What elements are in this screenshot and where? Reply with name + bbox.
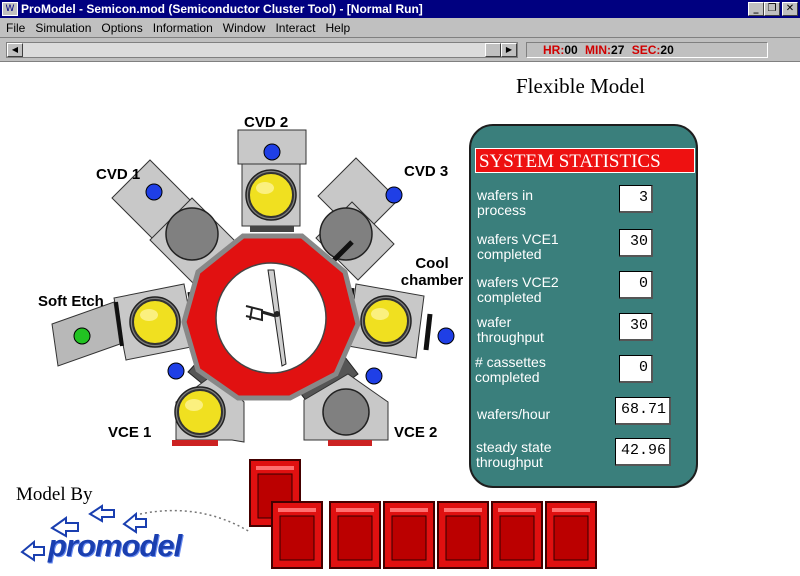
speed-right-arrow-icon[interactable]: ▶: [501, 43, 517, 57]
menu-information[interactable]: Information: [153, 21, 213, 35]
stats-title: SYSTEM STATISTICS: [475, 148, 695, 173]
menu-options[interactable]: Options: [101, 21, 142, 35]
speed-slider[interactable]: ◀ ▶: [6, 42, 518, 58]
restore-button[interactable]: ❐: [764, 2, 780, 16]
stat-label-cassettes-completed: # cassettes completed: [475, 354, 546, 385]
system-statistics-panel: SYSTEM STATISTICS wafers in process 3 wa…: [469, 124, 698, 488]
stat-label-wafer-throughput: wafer throughput: [477, 314, 544, 345]
stat-value-wafers-vce1: 30: [619, 229, 653, 257]
clock-min-value: 27: [611, 43, 625, 57]
cvd2-indicator-icon: [263, 143, 281, 161]
speed-thumb[interactable]: [485, 43, 501, 57]
stat-value-wafers-in-process: 3: [619, 185, 653, 213]
title-bar: W ProModel - Semicon.mod (Semiconductor …: [0, 0, 800, 18]
soft-etch-label: Soft Etch: [38, 293, 104, 310]
stat-label-wafers-in-process: wafers in process: [477, 187, 534, 218]
menu-interact[interactable]: Interact: [275, 21, 315, 35]
vce1-indicator-icon: [167, 362, 185, 380]
stat-label-wafers-per-hour: wafers/hour: [477, 406, 551, 422]
menu-file[interactable]: File: [6, 21, 25, 35]
simulation-clock: HR:00 MIN:27 SEC:20: [526, 42, 768, 58]
cvd3-indicator-icon: [385, 186, 403, 204]
clock-sec-label: SEC:: [631, 43, 661, 57]
clock-hr-value: 00: [564, 43, 578, 57]
vce2-label: VCE 2: [394, 424, 438, 441]
stat-value-wafer-throughput: 30: [619, 313, 653, 341]
menu-window[interactable]: Window: [223, 21, 266, 35]
menu-help[interactable]: Help: [325, 21, 350, 35]
cool-indicator-icon: [437, 327, 455, 345]
transfer-robot-hub[interactable]: [181, 233, 361, 401]
stat-label-steady-state-throughput: steady state throughput: [476, 439, 552, 470]
soft-etch-indicator-icon: [73, 327, 91, 345]
stat-label-wafers-vce1: wafers VCE1 completed: [477, 231, 559, 262]
window-title: ProModel - Semicon.mod (Semiconductor Cl…: [21, 2, 423, 16]
stat-label-wafers-vce2: wafers VCE2 completed: [477, 275, 559, 305]
promodel-app-icon[interactable]: W: [2, 2, 18, 16]
cvd3-label: CVD 3: [404, 163, 449, 180]
vce2-indicator-icon: [365, 367, 383, 385]
menu-simulation[interactable]: Simulation: [35, 21, 91, 35]
clock-min-label: MIN:: [585, 43, 612, 57]
cvd2-label: CVD 2: [244, 114, 289, 131]
clock-sec-value: 20: [660, 43, 674, 57]
clock-hr-label: HR:: [543, 43, 565, 57]
cool-chamber-label: Cool chamber: [400, 255, 464, 289]
model-title: Flexible Model: [516, 74, 645, 98]
cvd2-chamber[interactable]: [237, 129, 307, 232]
cool-chamber[interactable]: [343, 283, 455, 359]
promodel-logo: promodel: [48, 528, 182, 563]
minimize-button[interactable]: _: [748, 2, 764, 16]
model-canvas: Flexible Model CVD 2 CVD 1 CVD 3 Cool ch…: [0, 62, 800, 576]
stat-value-cassettes-completed: 0: [619, 355, 653, 383]
speed-left-arrow-icon[interactable]: ◀: [7, 43, 23, 57]
stat-value-wafers-per-hour: 68.71: [615, 397, 671, 425]
menu-bar: File Simulation Options Information Wind…: [0, 18, 800, 38]
cvd1-indicator-icon: [145, 183, 163, 201]
close-button[interactable]: ✕: [782, 2, 798, 16]
stat-value-wafers-vce2: 0: [619, 271, 653, 299]
stat-value-steady-state-throughput: 42.96: [615, 438, 671, 466]
simulation-toolbar: ◀ ▶ HR:00 MIN:27 SEC:20: [0, 38, 800, 62]
model-by-label: Model By: [16, 484, 93, 505]
vce1-label: VCE 1: [108, 424, 152, 441]
cvd1-label: CVD 1: [96, 166, 141, 183]
